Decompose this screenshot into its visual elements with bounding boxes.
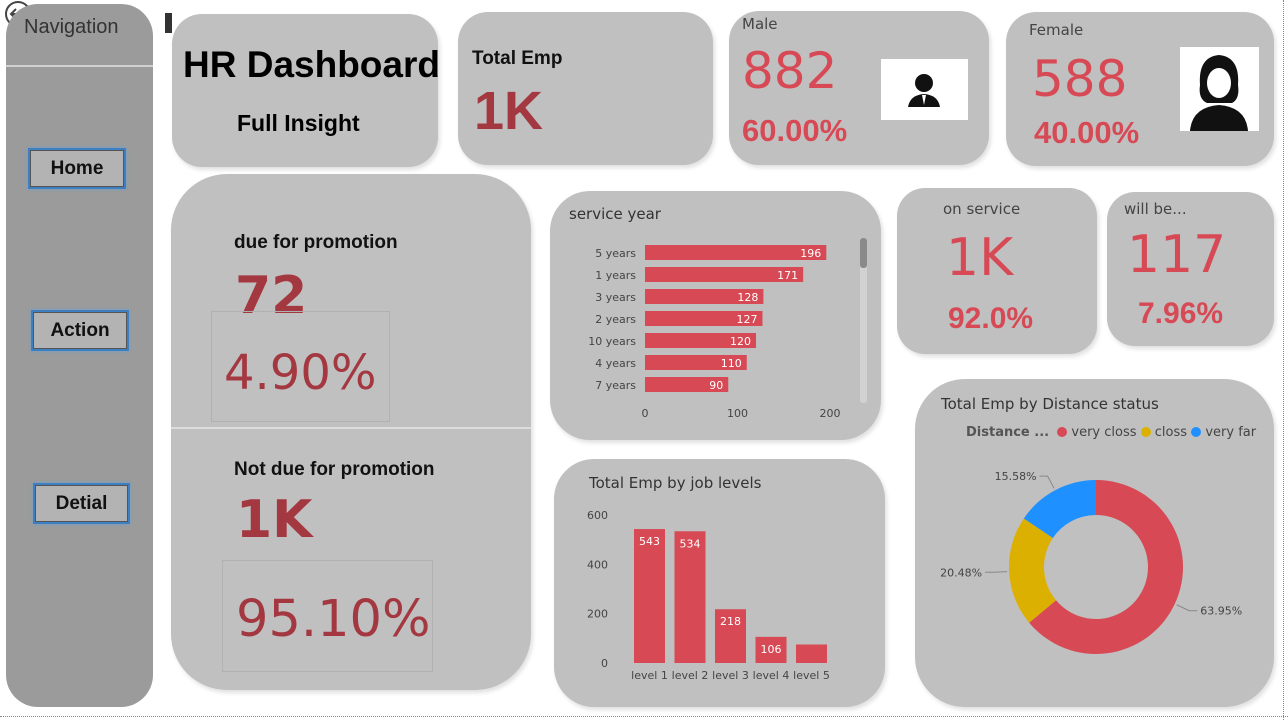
job-levels-bar[interactable]	[796, 644, 827, 664]
promotion-card: due for promotion 72 4.90% Not due for p…	[171, 174, 531, 690]
due-percent: 4.90%	[224, 345, 377, 401]
action-button[interactable]: Action	[31, 310, 129, 351]
service-year-x-tick: 0	[642, 407, 649, 420]
on-service-value: 1K	[946, 228, 1014, 288]
job-levels-data-label: 534	[680, 537, 701, 550]
service-year-category-label: 2 years	[595, 313, 636, 326]
will-be-label: will be...	[1124, 200, 1187, 218]
navigation-panel: Navigation Home Action Detial	[6, 4, 153, 707]
distance-data-label: 20.48%	[940, 566, 982, 579]
service-year-category-label: 5 years	[595, 247, 636, 260]
female-value: 588	[1032, 50, 1128, 108]
distance-leader-line	[1039, 475, 1055, 489]
job-levels-y-tick: 200	[587, 608, 608, 621]
home-button[interactable]: Home	[28, 148, 126, 189]
service-year-category-label: 10 years	[588, 335, 636, 348]
service-year-category-label: 3 years	[595, 291, 636, 304]
total-emp-label: Total Emp	[472, 48, 563, 69]
job-levels-category-label: level 1	[631, 669, 668, 682]
job-levels-category-label: level 4	[753, 669, 790, 682]
job-levels-data-label: 218	[720, 615, 741, 628]
male-card: Male 882 60.00%	[729, 11, 989, 165]
distance-data-label: 63.95%	[1200, 605, 1242, 618]
female-label: Female	[1029, 21, 1084, 39]
service-year-data-label: 128	[737, 291, 758, 304]
distance-card: Total Emp by Distance status Distance ..…	[915, 379, 1274, 707]
detail-button[interactable]: Detial	[33, 483, 130, 524]
job-levels-y-tick: 600	[587, 509, 608, 522]
service-year-card: service year 5 years 196 1 years 171 3 years…	[550, 191, 881, 440]
will-be-percent: 7.96%	[1138, 297, 1224, 330]
distance-leader-line	[1176, 604, 1198, 612]
page-subtitle: Full Insight	[237, 110, 360, 136]
job-levels-category-label: level 3	[712, 669, 749, 682]
service-year-data-label: 110	[721, 357, 742, 370]
job-levels-chart: 600 400 200 0 543 level 1 534 level 2 218 level 3…	[587, 509, 830, 682]
will-be-value: 117	[1127, 225, 1227, 285]
page-border-bottom	[0, 716, 1288, 717]
service-year-category-label: 4 years	[595, 357, 636, 370]
job-levels-bar[interactable]	[634, 529, 665, 663]
female-card: Female 588 40.00%	[1006, 12, 1274, 166]
service-year-scroll-thumb[interactable]	[860, 238, 867, 268]
service-year-category-label: 7 years	[595, 379, 636, 392]
on-service-percent: 92.0%	[948, 302, 1034, 335]
job-levels-data-label: 106	[761, 643, 782, 656]
service-year-data-label: 127	[736, 313, 757, 326]
job-levels-y-tick: 0	[601, 657, 608, 670]
job-levels-category-label: level 5	[793, 669, 830, 682]
male-value: 882	[742, 42, 838, 100]
service-year-x-tick: 100	[727, 407, 748, 420]
distance-leader-line	[985, 571, 1008, 573]
male-percent: 60.00%	[742, 113, 848, 148]
service-year-bar[interactable]	[645, 245, 827, 260]
service-year-chart: 5 years 196 1 years 171 3 years 128 2 years 127…	[588, 238, 867, 420]
service-year-x-tick: 200	[820, 407, 841, 420]
job-levels-category-label: level 2	[672, 669, 709, 682]
page-title: HR Dashboard	[183, 44, 440, 85]
service-year-data-label: 90	[709, 379, 723, 392]
on-service-card: on service 1K 92.0%	[897, 188, 1097, 354]
service-year-data-label: 171	[777, 269, 798, 282]
not-due-value: 1K	[236, 490, 313, 550]
header-card: HR Dashboard Full Insight	[172, 14, 440, 167]
will-be-card: will be... 117 7.96%	[1107, 192, 1274, 346]
service-year-category-label: 1 years	[595, 269, 636, 282]
not-due-label: Not due for promotion	[234, 459, 435, 480]
service-year-data-label: 196	[800, 247, 821, 260]
title-bar-marker	[165, 13, 172, 33]
promotion-divider	[171, 427, 531, 429]
total-emp-card: Total Emp 1K	[458, 12, 713, 165]
page-border-right	[1283, 0, 1284, 720]
distance-donut-chart: 63.95% 20.48% 15.58%	[940, 470, 1242, 654]
on-service-label: on service	[943, 200, 1021, 218]
job-levels-bar[interactable]	[674, 531, 706, 663]
male-avatar-icon	[881, 59, 968, 120]
job-levels-y-tick: 400	[587, 558, 608, 571]
male-label: Male	[742, 15, 778, 33]
female-percent: 40.00%	[1034, 115, 1140, 150]
service-year-data-label: 120	[730, 335, 751, 348]
due-label: due for promotion	[234, 232, 398, 253]
female-avatar-icon	[1180, 47, 1259, 131]
distance-data-label: 15.58%	[995, 470, 1037, 483]
not-due-percent: 95.10%	[236, 590, 431, 649]
nav-divider	[6, 65, 153, 67]
nav-title: Navigation	[24, 16, 119, 38]
total-emp-value: 1K	[474, 81, 544, 141]
job-levels-data-label: 543	[639, 535, 660, 548]
job-levels-card: Total Emp by job levels 600 400 200 0 543 lev…	[554, 459, 885, 707]
